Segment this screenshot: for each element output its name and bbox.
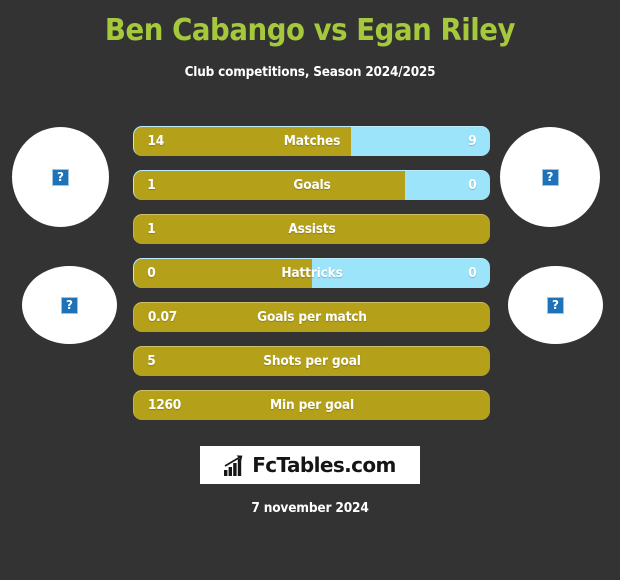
stat-label: Assists (288, 222, 336, 237)
away-player-photo-top: ? (500, 127, 600, 227)
stats-comparison-page: Ben Cabango vs Egan Riley Club competiti… (0, 0, 620, 580)
stats-bar-list: 14 Matches 9 1 Goals 0 1 Assists 0 Hattricks 0 0.07… (133, 126, 490, 434)
home-bar-fill (134, 259, 312, 288)
page-subtitle: Club competitions, Season 2024/2025 (184, 65, 436, 80)
stat-row: 5 Shots per goal (133, 346, 490, 376)
home-player-photo-bottom: ? (22, 266, 117, 344)
home-stat-value: 1260 (148, 398, 181, 413)
page-title: Ben Cabango vs Egan Riley (104, 13, 516, 48)
home-stat-value: 5 (147, 354, 156, 369)
home-stat-value: 1 (147, 178, 156, 193)
stat-row: 0 Hattricks 0 (133, 258, 490, 288)
stat-row: 14 Matches 9 (133, 126, 490, 156)
stat-row: 1 Assists (133, 214, 490, 244)
home-stat-value: 14 (147, 134, 165, 149)
home-stat-value: 1 (147, 222, 156, 237)
away-player-photo-bottom: ? (508, 266, 603, 344)
broken-image-icon: ? (547, 296, 564, 314)
home-stat-value: 0.07 (147, 310, 177, 325)
bar-chart-growth-icon (224, 454, 243, 476)
stat-row: 0.07 Goals per match (133, 302, 490, 332)
stat-label: Goals per match (257, 310, 367, 325)
home-player-photo-top: ? (12, 127, 109, 227)
away-stat-value: 0 (468, 266, 477, 281)
away-stat-value: 0 (468, 178, 477, 193)
stat-label: Min per goal (270, 398, 354, 413)
broken-image-icon: ? (541, 168, 559, 186)
home-bar-fill (134, 171, 405, 200)
stat-row: 1260 Min per goal (133, 390, 490, 420)
footer-date: 7 november 2024 (251, 501, 369, 516)
away-stat-value: 9 (468, 134, 477, 149)
stat-label: Shots per goal (263, 354, 361, 369)
broken-image-icon: ? (61, 296, 78, 314)
header: Ben Cabango vs Egan Riley Club competiti… (0, 0, 620, 80)
logo-text: FcTables.com (252, 453, 396, 477)
home-bar-fill (134, 127, 352, 156)
broken-image-icon: ? (52, 168, 69, 186)
stat-row: 1 Goals 0 (133, 170, 490, 200)
fctables-logo[interactable]: FcTables.com (200, 446, 420, 484)
home-stat-value: 0 (147, 266, 156, 281)
